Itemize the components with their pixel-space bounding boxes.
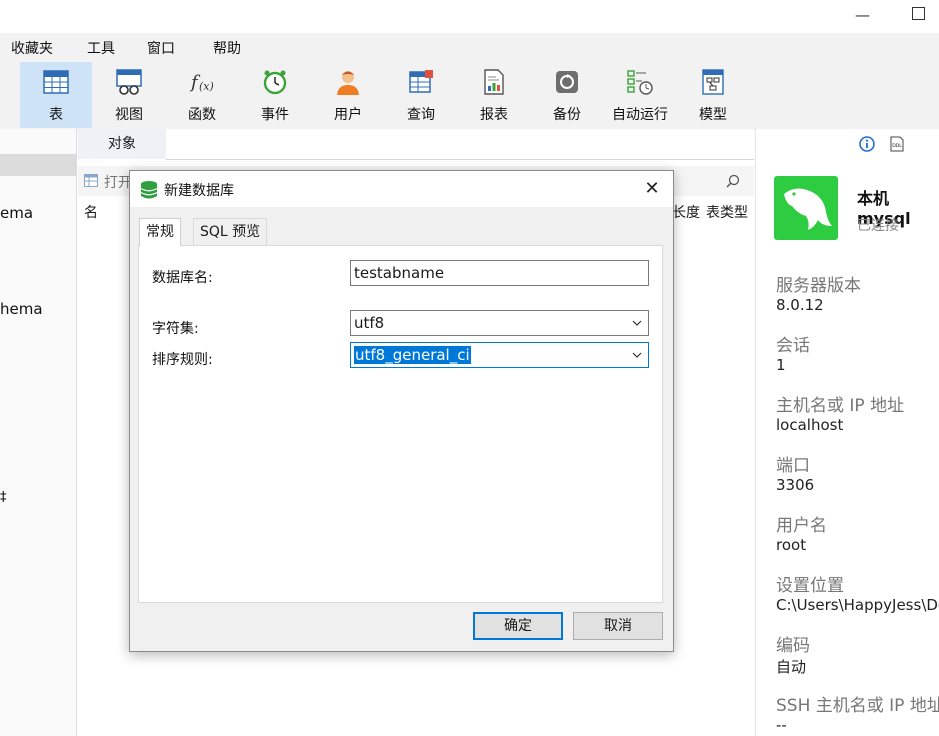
- main-toolbar: 表 视图 f (x) 函数 事件 用户 查询 报表 备份 自动运行 模型: [0, 62, 939, 130]
- toolbar-report-button[interactable]: 报表: [458, 62, 530, 128]
- maximize-button[interactable]: [912, 7, 925, 20]
- info-pane: DDL 本机mysql 已连接 服务器版本 8.0.12 会话 1 主机名或 I…: [755, 129, 939, 736]
- toolbar-table-button[interactable]: 表: [20, 62, 92, 128]
- cancel-button[interactable]: 取消: [573, 612, 663, 640]
- connection-status: 已连接: [857, 218, 899, 234]
- open-table-icon: [84, 174, 98, 187]
- view-icon: [116, 69, 142, 95]
- username-label: 用户名: [776, 516, 827, 536]
- window-title-bar: —: [0, 0, 939, 33]
- ssh-host-value: --: [776, 716, 787, 734]
- ddl-icon[interactable]: DDL: [889, 136, 905, 152]
- username-value: root: [776, 536, 807, 554]
- svg-text:(x): (x): [199, 80, 214, 93]
- sessions-value: 1: [776, 356, 786, 374]
- collation-select[interactable]: utf8_general_ci: [350, 342, 649, 368]
- encoding-label: 编码: [776, 636, 810, 656]
- dialog-title-bar: 新建数据库 ✕: [130, 171, 673, 207]
- tab-general[interactable]: 常规: [139, 218, 181, 246]
- function-icon: f (x): [189, 72, 214, 93]
- collation-label: 排序规则:: [152, 352, 213, 368]
- port-label: 端口: [776, 456, 810, 476]
- toolbar-label: 视图: [115, 107, 143, 123]
- column-length-header[interactable]: 长度: [672, 202, 700, 222]
- tree-item[interactable]: hema: [0, 300, 43, 318]
- info-icon[interactable]: [859, 136, 875, 152]
- backup-icon: [556, 71, 578, 93]
- report-icon: [484, 69, 504, 95]
- menu-bar: 收藏夹 工具 窗口 帮助: [0, 33, 939, 62]
- database-icon: [140, 181, 158, 199]
- open-button[interactable]: 打开: [104, 172, 132, 192]
- charset-label: 字符集:: [152, 321, 199, 337]
- minimize-button[interactable]: —: [855, 8, 870, 23]
- toolbar-label: 查询: [407, 107, 435, 123]
- event-clock-icon: [263, 70, 287, 95]
- toolbar-label: 事件: [261, 107, 289, 123]
- host-label: 主机名或 IP 地址: [776, 396, 905, 416]
- tree-selected-row[interactable]: [0, 154, 76, 176]
- column-name-header[interactable]: 名: [84, 202, 98, 222]
- toolbar-label: 用户: [334, 107, 362, 123]
- close-icon[interactable]: ✕: [638, 177, 666, 201]
- charset-select[interactable]: utf8: [350, 310, 649, 336]
- sessions-label: 会话: [776, 336, 810, 356]
- toolbar-view-button[interactable]: 视图: [93, 62, 165, 128]
- ok-button[interactable]: 确定: [473, 612, 563, 640]
- automation-icon: [627, 70, 653, 95]
- toolbar-backup-button[interactable]: 备份: [531, 62, 603, 128]
- settings-location-label: 设置位置: [776, 576, 844, 596]
- query-icon: [409, 70, 433, 93]
- tab-strip: [166, 129, 754, 160]
- toolbar-model-button[interactable]: 模型: [677, 62, 749, 128]
- encoding-value: 自动: [776, 658, 807, 676]
- model-icon: [702, 69, 724, 95]
- toolbar-function-button[interactable]: f (x) 函数: [166, 62, 238, 128]
- toolbar-query-button[interactable]: 查询: [385, 62, 457, 128]
- toolbar-label: 备份: [553, 107, 581, 123]
- db-name-input[interactable]: testabname: [350, 260, 649, 286]
- port-value: 3306: [776, 476, 815, 494]
- host-value: localhost: [776, 416, 844, 434]
- toolbar-label: 表: [49, 107, 63, 123]
- toolbar-user-button[interactable]: 用户: [312, 62, 384, 128]
- ssh-host-label: SSH 主机名或 IP 地址: [776, 696, 939, 716]
- column-table-type-header[interactable]: 表类型: [706, 202, 748, 222]
- menu-tools[interactable]: 工具: [87, 38, 115, 58]
- svg-text:DDL: DDL: [892, 143, 902, 149]
- toolbar-label: 模型: [699, 107, 727, 123]
- new-database-dialog: 新建数据库 ✕ 常规 SQL 预览 数据库名: testabname 字符集: …: [129, 170, 674, 652]
- tree-item[interactable]: ema: [0, 204, 33, 222]
- dialog-body: 数据库名: testabname 字符集: utf8 排序规则: utf8_ge…: [138, 245, 663, 603]
- menu-favorites[interactable]: 收藏夹: [11, 38, 53, 58]
- toolbar-label: 函数: [188, 107, 216, 123]
- dialog-title: 新建数据库: [164, 183, 234, 199]
- menu-help[interactable]: 帮助: [213, 38, 241, 58]
- toolbar-label: 自动运行: [612, 107, 668, 123]
- chevron-down-icon: [632, 352, 642, 358]
- tree-item[interactable]: ‡: [0, 490, 7, 505]
- mysql-dolphin-icon: [774, 176, 838, 240]
- server-version-label: 服务器版本: [776, 276, 861, 296]
- connection-tree-pane: ema hema ‡: [0, 129, 77, 736]
- collation-value: utf8_general_ci: [354, 346, 471, 364]
- search-icon[interactable]: [726, 174, 740, 188]
- table-icon: [43, 70, 69, 94]
- chevron-down-icon: [632, 320, 642, 326]
- db-name-label: 数据库名:: [152, 270, 213, 286]
- charset-value: utf8: [354, 314, 385, 332]
- tab-sql-preview[interactable]: SQL 预览: [193, 218, 268, 246]
- user-icon: [337, 71, 359, 95]
- toolbar-event-button[interactable]: 事件: [239, 62, 311, 128]
- toolbar-automation-button[interactable]: 自动运行: [604, 62, 676, 128]
- toolbar-label: 报表: [480, 107, 508, 123]
- server-version-value: 8.0.12: [776, 296, 824, 314]
- menu-window[interactable]: 窗口: [147, 38, 175, 58]
- settings-location-value: C:\Users\HappyJess\Do: [776, 596, 939, 614]
- tab-objects[interactable]: 对象: [78, 129, 167, 159]
